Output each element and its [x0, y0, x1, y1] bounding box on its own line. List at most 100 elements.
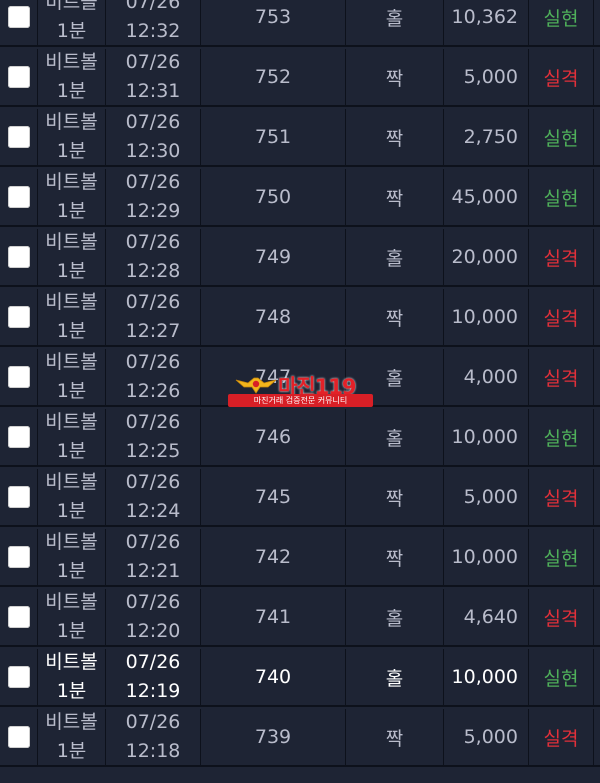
row-checkbox[interactable]: [7, 426, 30, 448]
result-badge: 실현: [529, 409, 594, 467]
row-checkbox-cell[interactable]: [0, 469, 38, 527]
row-checkbox[interactable]: [7, 186, 30, 208]
amount-cell: 10,362: [444, 0, 529, 47]
bet-time: 12:24: [125, 500, 181, 522]
pick-cell: 짝: [346, 109, 444, 167]
row-checkbox-cell[interactable]: [0, 589, 38, 647]
datetime-cell: 07/26 12:25: [106, 409, 201, 467]
row-checkbox[interactable]: [7, 666, 30, 688]
round-cell: 739: [201, 709, 346, 767]
result-badge: 실현: [529, 529, 594, 587]
watermark-tagline: 마진거래 검증전문 커뮤니티: [228, 394, 373, 407]
bet-time: 12:32: [125, 20, 181, 42]
amount-cell: 10,000: [444, 529, 529, 587]
game-cell: 비트볼 1분: [38, 289, 106, 347]
table-row: 비트볼 1분 07/26 12:27 748 짝 10,000 실격: [0, 289, 600, 349]
result-badge: 실현: [529, 0, 594, 47]
round-cell: 753: [201, 0, 346, 47]
row-checkbox[interactable]: [7, 66, 30, 88]
round-cell: 752: [201, 49, 346, 107]
table-row: 비트볼 1분 07/26 12:20 741 홀 4,640 실격: [0, 589, 600, 649]
row-checkbox[interactable]: [7, 726, 30, 748]
row-checkbox-cell[interactable]: [0, 649, 38, 707]
game-cell: 비트볼 1분: [38, 649, 106, 707]
game-interval: 1분: [56, 140, 87, 162]
bet-time: 12:26: [125, 380, 181, 402]
table-row: 비트볼 1분 07/26 12:30 751 짝 2,750 실현: [0, 109, 600, 169]
game-interval: 1분: [56, 740, 87, 762]
row-checkbox[interactable]: [7, 306, 30, 328]
row-checkbox-cell[interactable]: [0, 109, 38, 167]
datetime-cell: 07/26 12:32: [106, 0, 201, 47]
game-name: 비트볼: [45, 0, 98, 13]
round-cell: 749: [201, 229, 346, 287]
bet-date: 07/26: [125, 231, 181, 253]
pick-cell: 짝: [346, 709, 444, 767]
row-checkbox-cell[interactable]: [0, 529, 38, 587]
game-name: 비트볼: [45, 591, 98, 613]
row-checkbox-cell[interactable]: [0, 49, 38, 107]
table-row: 비트볼 1분 07/26 12:24 745 짝 5,000 실격: [0, 469, 600, 529]
row-checkbox-cell[interactable]: [0, 289, 38, 347]
result-badge: 실격: [529, 589, 594, 647]
game-name: 비트볼: [45, 171, 98, 193]
bet-time: 12:20: [125, 620, 181, 642]
row-checkbox[interactable]: [7, 246, 30, 268]
result-badge: 실현: [529, 109, 594, 167]
row-edge: [594, 289, 600, 347]
game-name: 비트볼: [45, 711, 98, 733]
amount-cell: 20,000: [444, 229, 529, 287]
game-cell: 비트볼 1분: [38, 349, 106, 407]
row-edge: [594, 169, 600, 227]
game-interval: 1분: [56, 560, 87, 582]
game-cell: 비트볼 1분: [38, 529, 106, 587]
result-badge: 실현: [529, 169, 594, 227]
amount-cell: 5,000: [444, 709, 529, 767]
result-badge: 실격: [529, 349, 594, 407]
table-row: 비트볼 1분 07/26 12:25 746 홀 10,000 실현: [0, 409, 600, 469]
row-checkbox[interactable]: [7, 546, 30, 568]
table-row: 비트볼 1분 07/26 12:32 753 홀 10,362 실현: [0, 0, 600, 49]
datetime-cell: 07/26 12:26: [106, 349, 201, 407]
bet-date: 07/26: [125, 711, 181, 733]
bet-time: 12:21: [125, 560, 181, 582]
amount-cell: 4,640: [444, 589, 529, 647]
bet-time: 12:29: [125, 200, 181, 222]
round-cell: 748: [201, 289, 346, 347]
row-edge: [594, 469, 600, 527]
row-checkbox-cell[interactable]: [0, 349, 38, 407]
row-checkbox-cell[interactable]: [0, 229, 38, 287]
game-interval: 1분: [56, 80, 87, 102]
datetime-cell: 07/26 12:31: [106, 49, 201, 107]
game-cell: 비트볼 1분: [38, 169, 106, 227]
table-row: 비트볼 1분 07/26 12:28 749 홀 20,000 실격: [0, 229, 600, 289]
pick-cell: 짝: [346, 289, 444, 347]
round-cell: 740: [201, 649, 346, 707]
pick-cell: 홀: [346, 229, 444, 287]
amount-cell: 10,000: [444, 289, 529, 347]
row-checkbox[interactable]: [7, 486, 30, 508]
row-edge: [594, 0, 600, 47]
row-checkbox[interactable]: [7, 366, 30, 388]
row-checkbox-cell[interactable]: [0, 0, 38, 47]
bet-time: 12:31: [125, 80, 181, 102]
row-edge: [594, 709, 600, 767]
bet-date: 07/26: [125, 351, 181, 373]
bet-time: 12:27: [125, 320, 181, 342]
game-name: 비트볼: [45, 231, 98, 253]
pick-cell: 짝: [346, 469, 444, 527]
round-cell: 745: [201, 469, 346, 527]
row-checkbox-cell[interactable]: [0, 169, 38, 227]
game-name: 비트볼: [45, 111, 98, 133]
row-checkbox[interactable]: [7, 6, 30, 28]
row-checkbox[interactable]: [7, 606, 30, 628]
row-checkbox-cell[interactable]: [0, 409, 38, 467]
row-checkbox[interactable]: [7, 126, 30, 148]
row-edge: [594, 349, 600, 407]
datetime-cell: 07/26 12:27: [106, 289, 201, 347]
pick-cell: 짝: [346, 169, 444, 227]
game-interval: 1분: [56, 440, 87, 462]
row-edge: [594, 409, 600, 467]
row-checkbox-cell[interactable]: [0, 709, 38, 767]
result-badge: 실격: [529, 709, 594, 767]
